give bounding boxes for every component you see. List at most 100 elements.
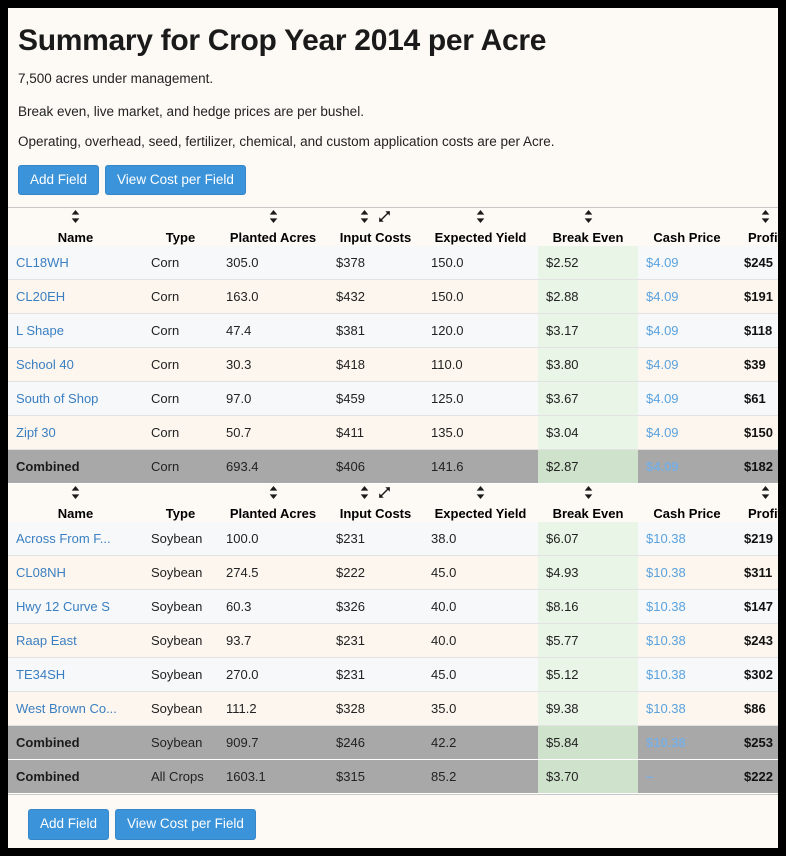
cell-input: $315 — [328, 759, 423, 795]
add-field-button[interactable]: Add Field — [18, 164, 100, 196]
column-header-label: Type — [165, 230, 196, 246]
cell-name: TE34SH — [8, 657, 143, 693]
field-link[interactable]: TE34SH — [16, 667, 65, 682]
cell-name: Combined — [8, 759, 143, 795]
column-header-break[interactable]: Break Even — [538, 208, 638, 246]
cell-profit: $182 — [736, 449, 778, 485]
sort-icon[interactable] — [71, 210, 80, 224]
expand-arrows-icon[interactable] — [378, 486, 391, 499]
cell-yield: 42.2 — [423, 725, 538, 761]
column-header-label: Planted Acres — [229, 230, 317, 246]
page-title: Summary for Crop Year 2014 per Acre — [18, 24, 547, 57]
column-header-input[interactable]: Input Costs — [328, 208, 423, 246]
field-link[interactable]: Zipf 30 — [16, 425, 56, 440]
sort-controls-yield — [424, 209, 537, 225]
expand-arrows-icon[interactable] — [378, 210, 391, 223]
table-header-row: Name Type Planted Acres Input Costs Expected… — [8, 484, 778, 523]
field-link[interactable]: CL08NH — [16, 565, 66, 580]
cash-price-value[interactable]: $10.38 — [646, 633, 686, 648]
view-cost-per-field-button[interactable]: View Cost per Field — [105, 164, 246, 196]
cell-break: $9.38 — [538, 691, 638, 727]
field-link[interactable]: L Shape — [16, 323, 64, 338]
column-header-label: Input Costs — [339, 230, 412, 246]
column-header-input[interactable]: Input Costs — [328, 484, 423, 523]
cell-yield: 150.0 — [423, 246, 538, 281]
sort-icon[interactable] — [476, 486, 485, 500]
column-header-profit[interactable]: Profit — [736, 208, 778, 246]
table-row-combined: Combined Soybean 909.7 $246 42.2 $5.84 $10.38 $… — [8, 725, 778, 761]
sort-controls-name — [9, 209, 142, 225]
column-header-name[interactable]: Name — [8, 208, 143, 246]
sort-icon[interactable] — [476, 210, 485, 224]
field-link[interactable]: Raap East — [16, 633, 77, 648]
field-link[interactable]: South of Shop — [16, 391, 98, 406]
sort-controls-name — [9, 485, 142, 501]
sort-icon[interactable] — [360, 210, 369, 224]
field-link[interactable]: Hwy 12 Curve S — [16, 599, 110, 614]
cash-price-value[interactable]: $4.09 — [646, 289, 679, 304]
column-header-profit[interactable]: Profit — [736, 484, 778, 523]
cell-name: L Shape — [8, 313, 143, 349]
cell-acres: 305.0 — [218, 246, 328, 281]
cell-acres: 60.3 — [218, 589, 328, 625]
add-field-button-bottom[interactable]: Add Field — [28, 809, 110, 840]
cell-input: $231 — [328, 623, 423, 659]
column-header-name[interactable]: Name — [8, 484, 143, 523]
sort-icon[interactable] — [71, 486, 80, 500]
sort-controls-cash — [639, 485, 735, 501]
cell-yield: 35.0 — [423, 691, 538, 727]
column-header-label: Break Even — [552, 506, 624, 522]
cash-price-value[interactable]: $10.38 — [646, 735, 686, 750]
cash-price-value[interactable]: $10.38 — [646, 701, 686, 716]
cash-price-value[interactable]: $4.09 — [646, 323, 679, 338]
cell-break: $3.80 — [538, 347, 638, 383]
column-header-acres[interactable]: Planted Acres — [218, 484, 328, 523]
column-header-cash[interactable]: Cash Price — [638, 484, 736, 523]
column-header-label: Input Costs — [339, 506, 412, 522]
sort-icon[interactable] — [269, 486, 278, 500]
cell-acres: 93.7 — [218, 623, 328, 659]
cash-price-value[interactable]: $4.09 — [646, 255, 679, 270]
field-link[interactable]: CL18WH — [16, 255, 69, 270]
cash-price-value[interactable]: $4.09 — [646, 459, 679, 474]
sort-icon[interactable] — [761, 210, 770, 224]
column-header-break[interactable]: Break Even — [538, 484, 638, 523]
table-row: Across From F... Soybean 100.0 $231 38.0 $6.0… — [8, 522, 778, 557]
sort-icon[interactable] — [269, 210, 278, 224]
cash-price-value[interactable]: $10.38 — [646, 599, 686, 614]
cash-price-value[interactable]: $10.38 — [646, 565, 686, 580]
sort-icon[interactable] — [761, 486, 770, 500]
table-row: Hwy 12 Curve S Soybean 60.3 $326 40.0 $8.16 $1… — [8, 589, 778, 625]
cash-price-value[interactable]: $4.09 — [646, 391, 679, 406]
cell-input: $246 — [328, 725, 423, 761]
cell-type: Corn — [143, 347, 218, 383]
sort-icon[interactable] — [584, 210, 593, 224]
sort-controls-break — [539, 209, 637, 225]
cell-type: All Crops — [143, 759, 218, 795]
cash-price-value[interactable]: $4.09 — [646, 357, 679, 372]
cash-price-value[interactable]: $4.09 — [646, 425, 679, 440]
column-header-cash[interactable]: Cash Price — [638, 208, 736, 246]
field-link[interactable]: West Brown Co... — [16, 701, 117, 716]
sort-icon[interactable] — [360, 486, 369, 500]
cell-cash: $10.38 — [638, 589, 736, 625]
column-header-yield[interactable]: Expected Yield — [423, 484, 538, 523]
view-cost-per-field-button-bottom[interactable]: View Cost per Field — [115, 809, 256, 840]
column-header-type[interactable]: Type — [143, 208, 218, 246]
cell-profit: $219 — [736, 522, 778, 557]
cell-name: South of Shop — [8, 381, 143, 417]
cash-price-value[interactable]: $10.38 — [646, 667, 686, 682]
cell-yield: 125.0 — [423, 381, 538, 417]
cell-profit: $222 — [736, 759, 778, 795]
cash-price-value[interactable]: $10.38 — [646, 531, 686, 546]
field-link[interactable]: School 40 — [16, 357, 74, 372]
column-header-yield[interactable]: Expected Yield — [423, 208, 538, 246]
field-link[interactable]: CL20EH — [16, 289, 65, 304]
cell-name: Zipf 30 — [8, 415, 143, 451]
field-link[interactable]: Across From F... — [16, 531, 111, 546]
column-header-acres[interactable]: Planted Acres — [218, 208, 328, 246]
column-header-type[interactable]: Type — [143, 484, 218, 523]
cell-profit: $39 — [736, 347, 778, 383]
cell-type: Corn — [143, 449, 218, 485]
sort-icon[interactable] — [584, 486, 593, 500]
